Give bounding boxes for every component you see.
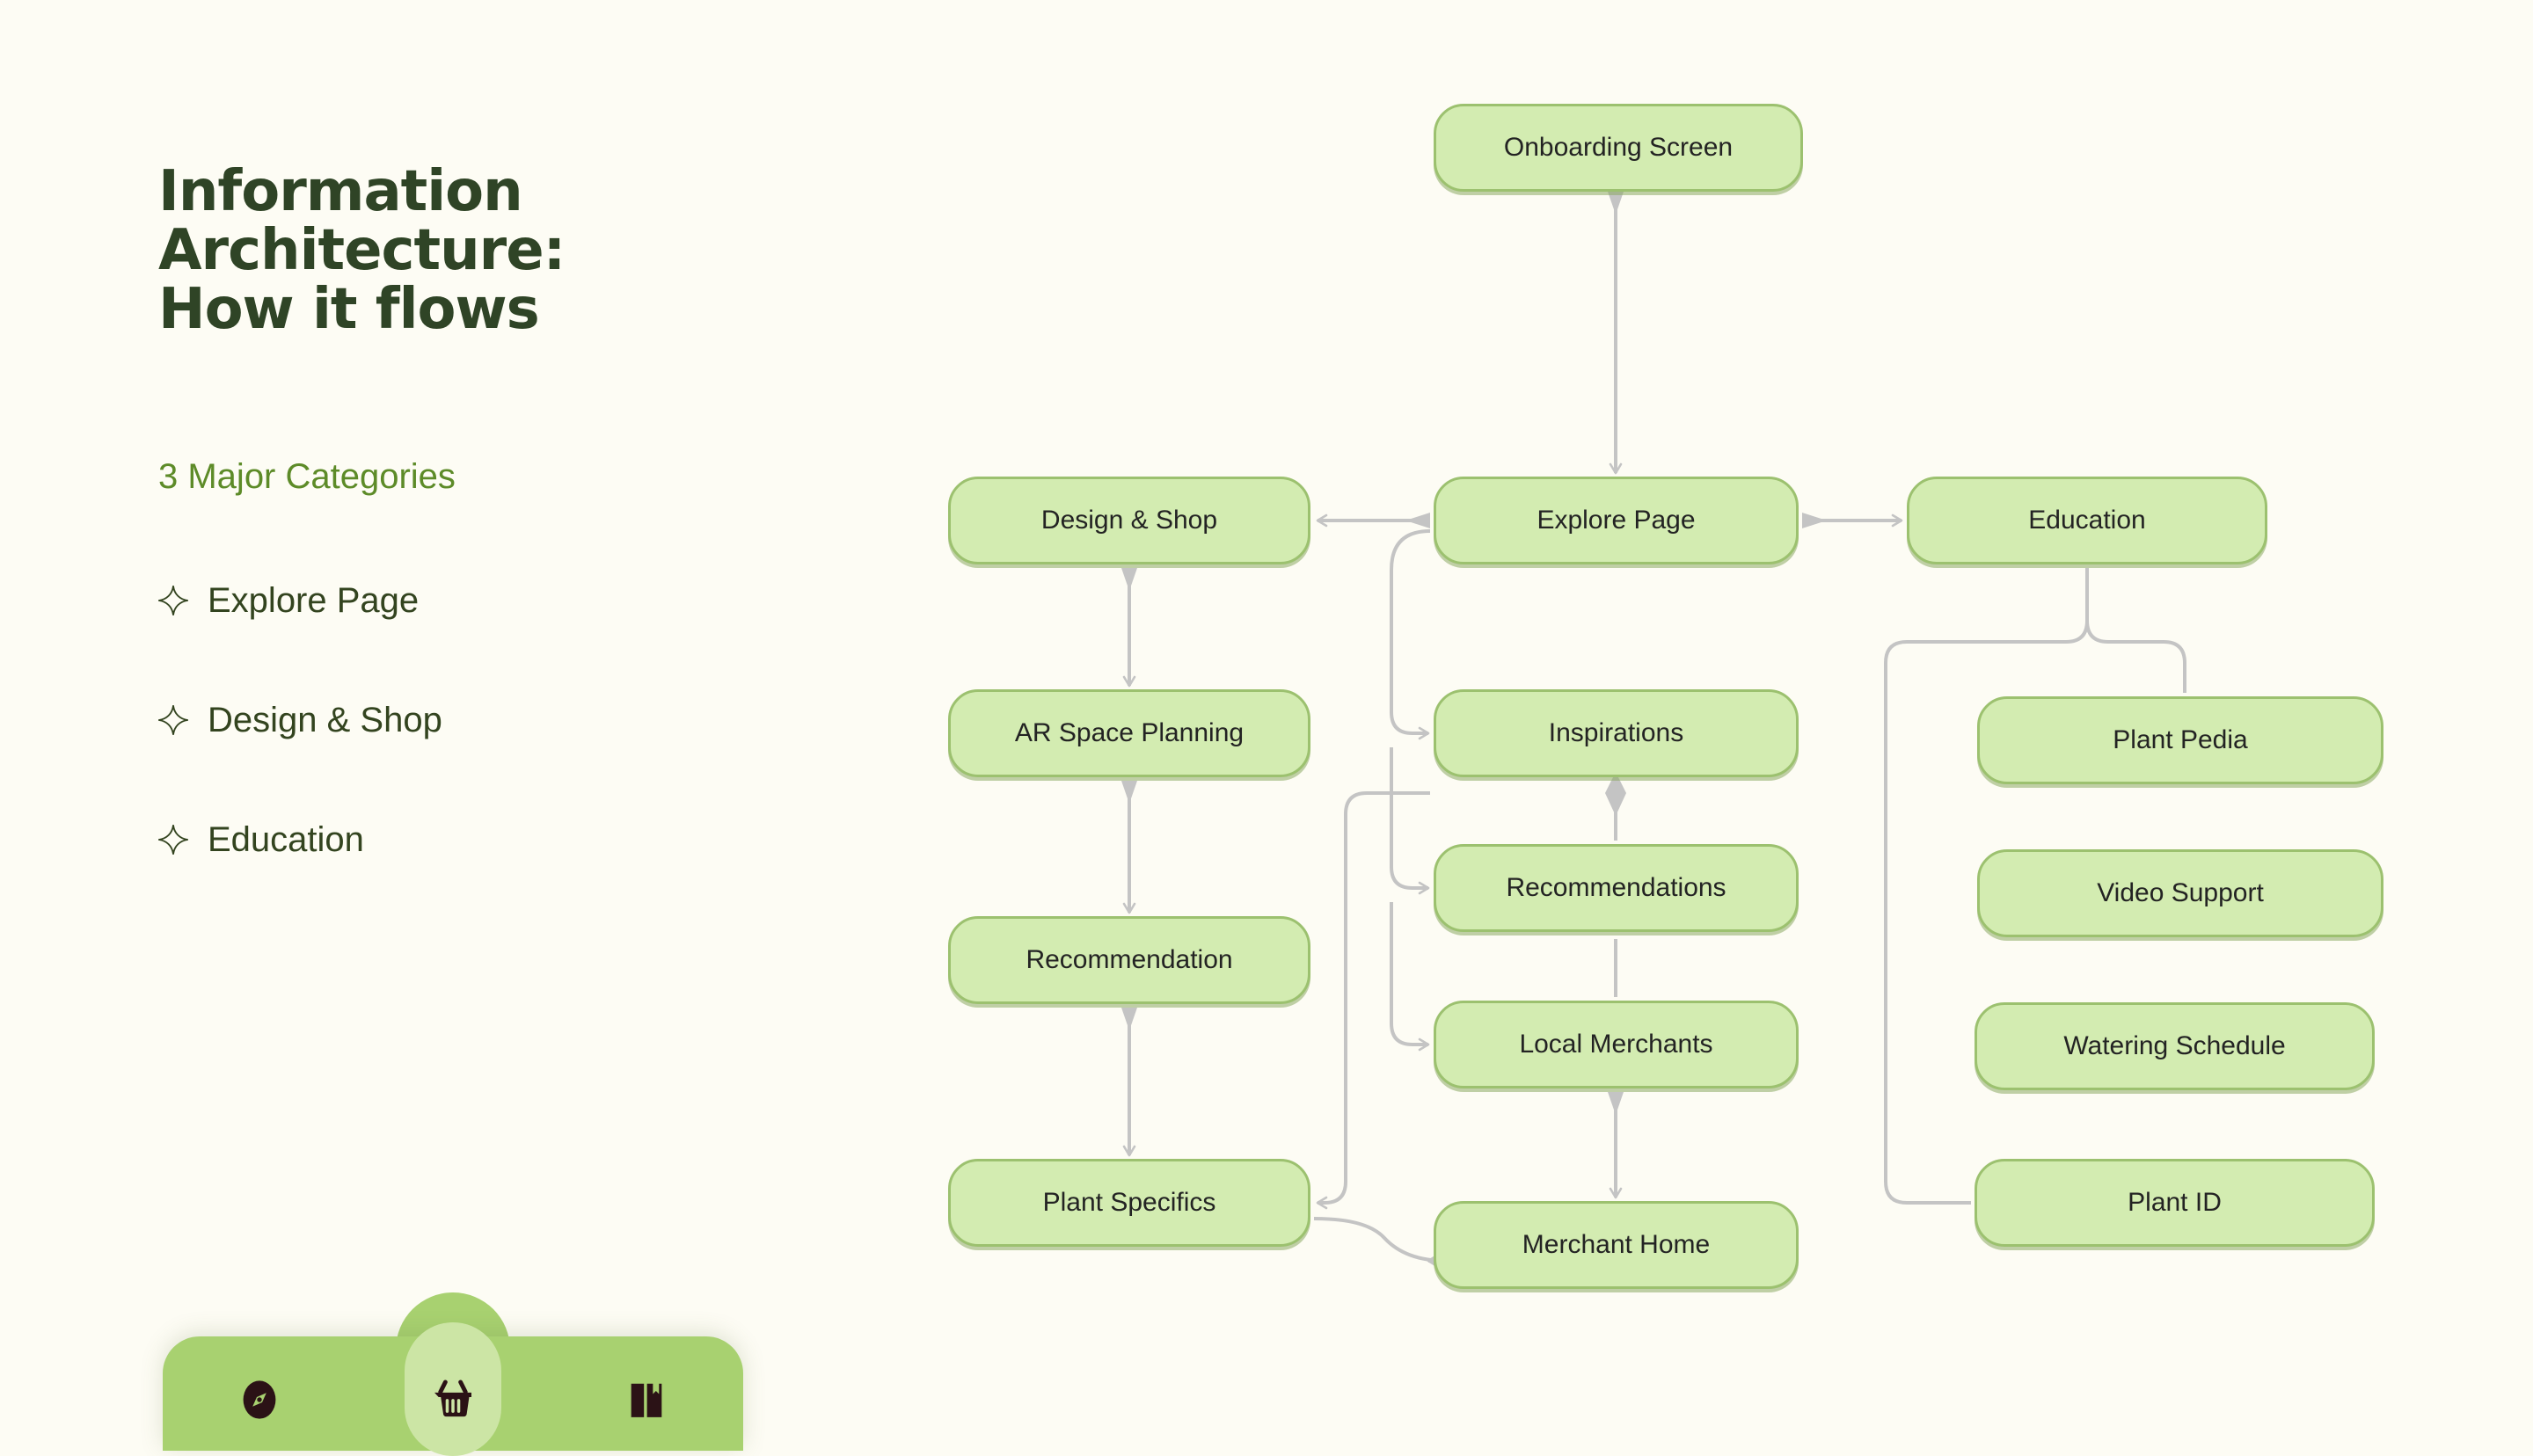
node-label: Design & Shop: [1040, 506, 1218, 535]
node-video-support[interactable]: Video Support: [1977, 849, 2383, 937]
node-plant-id[interactable]: Plant ID: [1975, 1159, 2375, 1247]
node-ar-space-planning[interactable]: AR Space Planning: [948, 689, 1310, 777]
node-recommendations[interactable]: Recommendations: [1434, 844, 1799, 932]
node-watering-schedule[interactable]: Watering Schedule: [1975, 1002, 2375, 1090]
node-merchant-home[interactable]: Merchant Home: [1434, 1201, 1799, 1289]
node-label: Recommendation: [1026, 945, 1233, 974]
node-label: Merchant Home: [1522, 1230, 1711, 1259]
node-inspirations[interactable]: Inspirations: [1434, 689, 1799, 777]
node-education[interactable]: Education: [1907, 477, 2267, 564]
node-label: Explore Page: [1537, 506, 1696, 535]
node-label: Onboarding Screen: [1503, 133, 1734, 162]
node-label: AR Space Planning: [1014, 718, 1245, 747]
node-label: Plant Pedia: [2113, 725, 2248, 754]
edge-education-plantpedia: [2085, 568, 2186, 693]
nav-button-shop[interactable]: [405, 1356, 501, 1444]
node-plant-pedia[interactable]: Plant Pedia: [1977, 696, 2383, 784]
node-label: Watering Schedule: [2063, 1031, 2286, 1060]
edge-inspirations-plantspecifics: [1316, 791, 1430, 1210]
edge-plantspecifics-merchanthome: [1313, 1217, 1447, 1268]
node-local-merchants[interactable]: Local Merchants: [1434, 1001, 1799, 1088]
shopping-basket-icon: [434, 1380, 471, 1417]
node-label: Inspirations: [1548, 718, 1684, 747]
node-plant-specifics[interactable]: Plant Specifics: [948, 1159, 1310, 1247]
node-label: Plant Specifics: [1042, 1188, 1216, 1217]
compass-icon: [243, 1380, 276, 1419]
edge-explore-inspirations: [1390, 529, 1431, 740]
edge-explore-recommendations: [1390, 747, 1430, 895]
edge-explore-localmerchants: [1390, 902, 1430, 1052]
node-recommendation[interactable]: Recommendation: [948, 916, 1310, 1004]
node-label: Recommendations: [1506, 873, 1726, 902]
node-label: Local Merchants: [1519, 1030, 1713, 1059]
open-book-icon: [631, 1383, 662, 1417]
node-design-and-shop[interactable]: Design & Shop: [948, 477, 1310, 564]
node-onboarding-screen[interactable]: Onboarding Screen: [1434, 104, 1803, 192]
information-architecture-flow-diagram: Onboarding Screen Design & Shop Explore …: [0, 0, 2533, 1424]
node-label: Video Support: [2097, 878, 2264, 907]
node-label: Plant ID: [2128, 1188, 2222, 1217]
node-label: Education: [2028, 506, 2146, 535]
node-explore-page[interactable]: Explore Page: [1434, 477, 1799, 564]
